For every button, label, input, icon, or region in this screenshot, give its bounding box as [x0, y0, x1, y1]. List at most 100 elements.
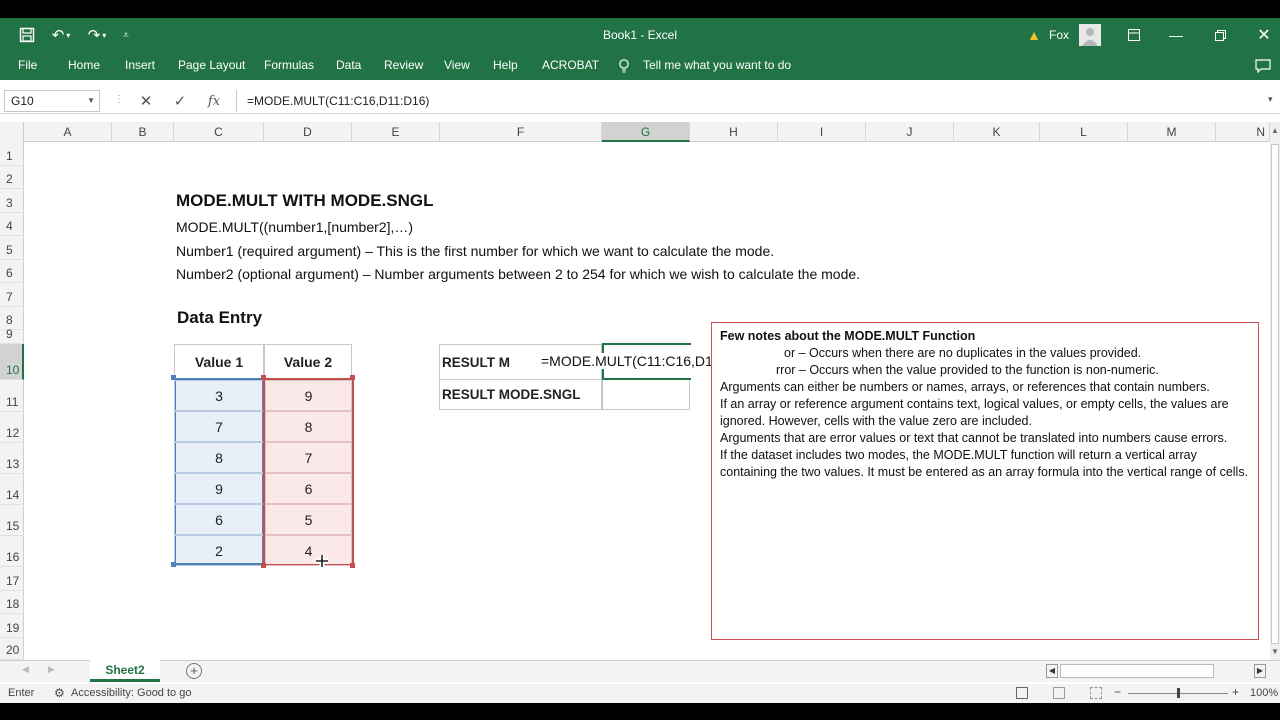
column-header[interactable]: M [1128, 122, 1216, 142]
zoom-slider-thumb[interactable] [1177, 688, 1180, 698]
row-header[interactable]: 2 [0, 166, 24, 189]
add-sheet-icon[interactable]: + [186, 663, 202, 679]
result-sngl-value-cell[interactable] [602, 379, 690, 410]
row-header[interactable]: 14 [0, 474, 24, 505]
horizontal-scroll-thumb[interactable] [1060, 664, 1214, 678]
ribbon-display-icon[interactable] [1112, 18, 1156, 52]
table-cell[interactable]: 8 [265, 411, 352, 442]
column-header[interactable]: A [24, 122, 112, 142]
table-header-value2[interactable]: Value 2 [264, 344, 352, 380]
restore-button[interactable] [1198, 18, 1242, 52]
table-cell[interactable]: 9 [174, 473, 264, 504]
tab-insert[interactable]: Insert [125, 52, 155, 80]
close-button[interactable]: ✕ [1242, 18, 1280, 52]
scroll-up-icon[interactable]: ▲ [1271, 126, 1279, 135]
column-header[interactable]: J [866, 122, 954, 142]
tab-data[interactable]: Data [336, 52, 361, 80]
name-box[interactable]: G10 ▼ [4, 90, 100, 112]
column-header[interactable]: H [690, 122, 778, 142]
tab-file[interactable]: File [18, 52, 37, 80]
table-cell[interactable]: 6 [265, 473, 352, 504]
page-layout-view-icon[interactable] [1053, 687, 1065, 699]
accessibility-status[interactable]: Accessibility: Good to go [71, 687, 191, 699]
column-header[interactable]: F [440, 122, 602, 142]
table-cell[interactable]: 8 [174, 442, 264, 473]
column-header[interactable]: I [778, 122, 866, 142]
notes-textbox[interactable]: Few notes about the MODE.MULT Function o… [711, 322, 1259, 640]
avatar[interactable] [1078, 18, 1102, 52]
row-header[interactable]: 16 [0, 536, 24, 567]
row-header[interactable]: 12 [0, 412, 24, 443]
column-header[interactable]: E [352, 122, 440, 142]
row-header[interactable]: 20 [0, 638, 24, 660]
table-cell[interactable]: 9 [265, 380, 352, 411]
tab-home[interactable]: Home [68, 52, 100, 80]
tab-formulas[interactable]: Formulas [264, 52, 314, 80]
column-header-selected[interactable]: G [602, 122, 690, 142]
column-header[interactable]: K [954, 122, 1040, 142]
zoom-in-icon[interactable]: + [1232, 685, 1239, 699]
vertical-scroll-thumb[interactable] [1271, 144, 1279, 644]
formula-input[interactable]: =MODE.MULT(C11:C16,D11:D16) [236, 90, 1266, 112]
tab-help[interactable]: Help [493, 52, 518, 80]
expand-formula-icon[interactable]: ▾ [1268, 94, 1273, 105]
scroll-down-icon[interactable]: ▼ [1271, 647, 1279, 656]
redo-icon[interactable]: ↷ ▾ [80, 18, 114, 52]
row-header[interactable]: 18 [0, 591, 24, 614]
cancel-icon[interactable]: ✕ [132, 90, 160, 112]
page-break-view-icon[interactable] [1090, 687, 1102, 699]
worksheet-grid[interactable]: MODE.MULT WITH MODE.SNGL MODE.MULT((numb… [24, 142, 1270, 660]
row-header[interactable]: 5 [0, 236, 24, 260]
minimize-button[interactable]: — [1154, 18, 1198, 52]
next-sheet-icon[interactable]: ▶ [48, 664, 55, 675]
sheet-tab[interactable]: Sheet2 [90, 660, 160, 682]
row-header[interactable]: 15 [0, 505, 24, 536]
undo-icon[interactable]: ↶ ▾ [44, 18, 78, 52]
row-header[interactable]: 13 [0, 443, 24, 474]
row-header[interactable]: 19 [0, 614, 24, 638]
accessibility-icon[interactable]: ⚙ [54, 686, 65, 700]
column-header[interactable]: L [1040, 122, 1128, 142]
normal-view-icon[interactable] [1016, 687, 1028, 699]
result-sngl-label[interactable]: RESULT MODE.SNGL [439, 379, 602, 410]
select-all-corner[interactable] [0, 122, 24, 142]
row-header[interactable]: 6 [0, 260, 24, 283]
comments-icon[interactable] [1255, 52, 1271, 80]
table-cell[interactable]: 7 [265, 442, 352, 473]
table-cell[interactable]: 4 [265, 535, 352, 566]
table-cell[interactable]: 3 [174, 380, 264, 411]
tab-page-layout[interactable]: Page Layout [178, 52, 245, 80]
tab-view[interactable]: View [444, 52, 470, 80]
scroll-right-icon[interactable]: ▶ [1254, 664, 1266, 678]
row-header[interactable]: 3 [0, 189, 24, 213]
range-handle[interactable] [350, 563, 355, 568]
enter-icon[interactable]: ✓ [166, 90, 194, 112]
zoom-level[interactable]: 100% [1250, 687, 1278, 699]
column-header[interactable]: N [1216, 122, 1270, 142]
table-cell[interactable]: 5 [265, 504, 352, 535]
vertical-scrollbar[interactable]: ▲ ▼ [1270, 122, 1280, 660]
range-handle[interactable] [171, 375, 176, 380]
table-cell[interactable]: 6 [174, 504, 264, 535]
range-handle[interactable] [261, 375, 266, 380]
tell-me-search[interactable]: Tell me what you want to do [643, 52, 791, 80]
column-header[interactable]: C [174, 122, 264, 142]
row-header[interactable]: 11 [0, 380, 24, 412]
range-handle[interactable] [171, 562, 176, 567]
customize-toolbar-icon[interactable]: ⩡ [118, 18, 134, 52]
zoom-out-icon[interactable]: − [1114, 685, 1121, 699]
insert-function-icon[interactable]: fx [200, 90, 228, 112]
prev-sheet-icon[interactable]: ◀ [22, 664, 29, 675]
column-header[interactable]: B [112, 122, 174, 142]
tab-review[interactable]: Review [384, 52, 423, 80]
tab-acrobat[interactable]: ACROBAT [542, 52, 599, 80]
range-handle[interactable] [350, 375, 355, 380]
row-header[interactable]: 1 [0, 142, 24, 166]
row-header[interactable]: 9 [0, 327, 24, 344]
chevron-down-icon[interactable]: ▼ [87, 91, 95, 111]
row-header[interactable]: 17 [0, 567, 24, 591]
save-icon[interactable] [14, 18, 40, 52]
user-name[interactable]: Fox [1046, 18, 1072, 52]
table-header-value1[interactable]: Value 1 [174, 344, 264, 380]
row-header[interactable]: 4 [0, 213, 24, 236]
